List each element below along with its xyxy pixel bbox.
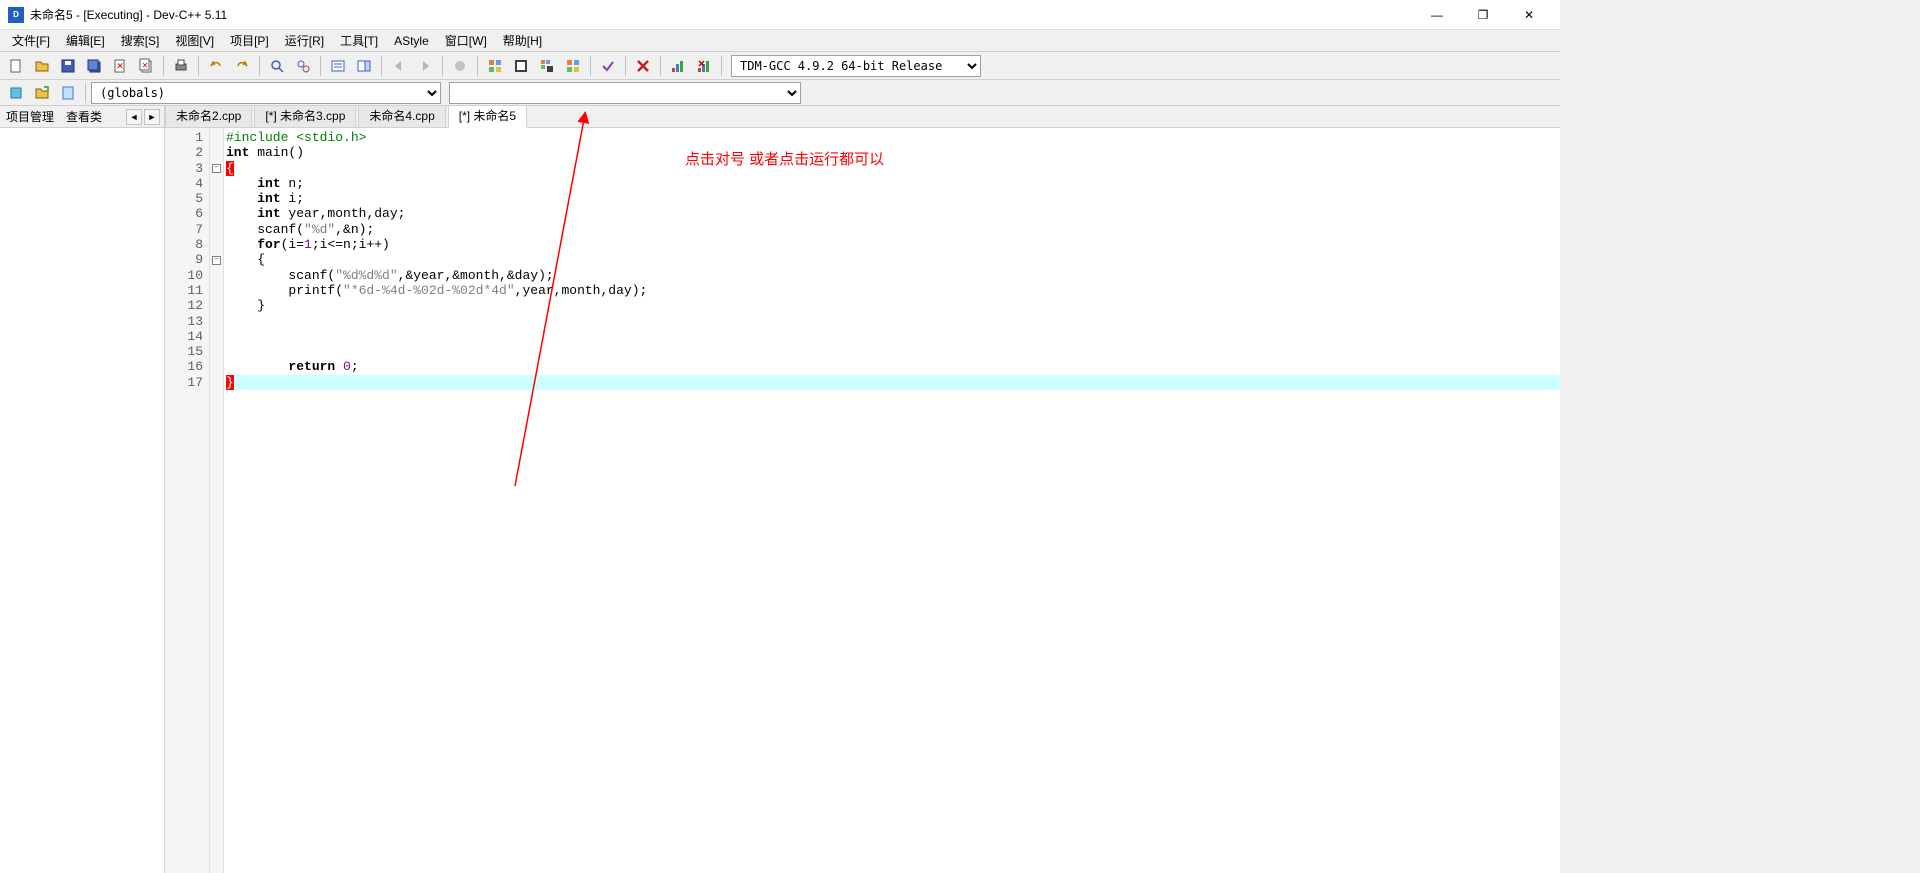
menu-item-8[interactable]: 窗口[W]: [437, 30, 495, 51]
menu-item-0[interactable]: 文件[F]: [4, 30, 58, 51]
menu-item-7[interactable]: AStyle: [386, 32, 437, 50]
profile-button[interactable]: [666, 54, 690, 78]
debug-button[interactable]: [448, 54, 472, 78]
editor-tab-0[interactable]: 未命名2.cpp: [165, 106, 252, 127]
open-file-button[interactable]: [30, 54, 54, 78]
undo-button[interactable]: [204, 54, 228, 78]
run-button[interactable]: [509, 54, 533, 78]
svg-text:✕: ✕: [142, 61, 149, 70]
menubar: 文件[F]编辑[E]搜索[S]视图[V]项目[P]运行[R]工具[T]AStyl…: [0, 30, 1560, 52]
nav-forward-button[interactable]: [413, 54, 437, 78]
close-file-button[interactable]: ✕: [108, 54, 132, 78]
menu-item-2[interactable]: 搜索[S]: [113, 30, 168, 51]
main-toolbar: ✕ ✕ TDM-GCC 4.9.2 64-bit Release: [0, 52, 1560, 80]
sidebar-content: [0, 128, 164, 873]
sidebar-tab-classes[interactable]: 查看类: [60, 106, 108, 127]
code-text-area[interactable]: #include <stdio.h>int main(){ int n; int…: [224, 128, 1560, 873]
minimize-button[interactable]: —: [1414, 0, 1460, 30]
new-file-button[interactable]: [4, 54, 28, 78]
nav-back-button[interactable]: [387, 54, 411, 78]
sidebar-nav-left[interactable]: ◄: [126, 109, 142, 125]
abort-button[interactable]: [631, 54, 655, 78]
maximize-button[interactable]: ❐: [1460, 0, 1506, 30]
window-title: 未命名5 - [Executing] - Dev-C++ 5.11: [30, 6, 1414, 23]
syntax-check-button[interactable]: [596, 54, 620, 78]
compile-button[interactable]: [483, 54, 507, 78]
menu-item-3[interactable]: 视图[V]: [167, 30, 222, 51]
new-class-button[interactable]: [4, 81, 28, 105]
compile-run-button[interactable]: [535, 54, 559, 78]
goto-button[interactable]: [56, 81, 80, 105]
save-button[interactable]: [56, 54, 80, 78]
print-button[interactable]: [169, 54, 193, 78]
goto-line-button[interactable]: [326, 54, 350, 78]
sidebar: 项目管理 查看类 ◄ ►: [0, 106, 165, 873]
redo-button[interactable]: [230, 54, 254, 78]
compiler-selector[interactable]: TDM-GCC 4.9.2 64-bit Release: [731, 55, 981, 77]
find-button[interactable]: [265, 54, 289, 78]
profile-delete-button[interactable]: [692, 54, 716, 78]
line-number-gutter: 1234567891011121314151617: [165, 128, 210, 873]
rebuild-button[interactable]: [561, 54, 585, 78]
sidebar-nav-right[interactable]: ►: [144, 109, 160, 125]
scope-selector[interactable]: (globals): [91, 82, 441, 104]
fold-gutter: −−: [210, 128, 224, 873]
editor-tabs: 未命名2.cpp[*] 未命名3.cpp未命名4.cpp[*] 未命名5: [165, 106, 1560, 128]
insert-button[interactable]: [30, 81, 54, 105]
close-all-button[interactable]: ✕: [134, 54, 158, 78]
class-toolbar: (globals): [0, 80, 1560, 106]
bookmark-button[interactable]: [352, 54, 376, 78]
menu-item-1[interactable]: 编辑[E]: [58, 30, 113, 51]
editor-tab-1[interactable]: [*] 未命名3.cpp: [254, 106, 356, 127]
member-selector[interactable]: [449, 82, 801, 104]
editor-tab-2[interactable]: 未命名4.cpp: [358, 106, 445, 127]
titlebar: D 未命名5 - [Executing] - Dev-C++ 5.11 — ❐ …: [0, 0, 1560, 30]
replace-button[interactable]: [291, 54, 315, 78]
save-all-button[interactable]: [82, 54, 106, 78]
app-icon: D: [8, 7, 24, 23]
editor-tab-3[interactable]: [*] 未命名5: [448, 106, 527, 128]
close-button[interactable]: ✕: [1506, 0, 1552, 30]
code-editor[interactable]: 1234567891011121314151617 −− #include <s…: [165, 128, 1560, 873]
menu-item-6[interactable]: 工具[T]: [332, 30, 386, 51]
sidebar-tab-project[interactable]: 项目管理: [0, 106, 60, 127]
editor-area: 未命名2.cpp[*] 未命名3.cpp未命名4.cpp[*] 未命名5 123…: [165, 106, 1560, 873]
menu-item-5[interactable]: 运行[R]: [277, 30, 332, 51]
svg-text:✕: ✕: [116, 61, 124, 71]
menu-item-4[interactable]: 项目[P]: [222, 30, 277, 51]
menu-item-9[interactable]: 帮助[H]: [495, 30, 550, 51]
